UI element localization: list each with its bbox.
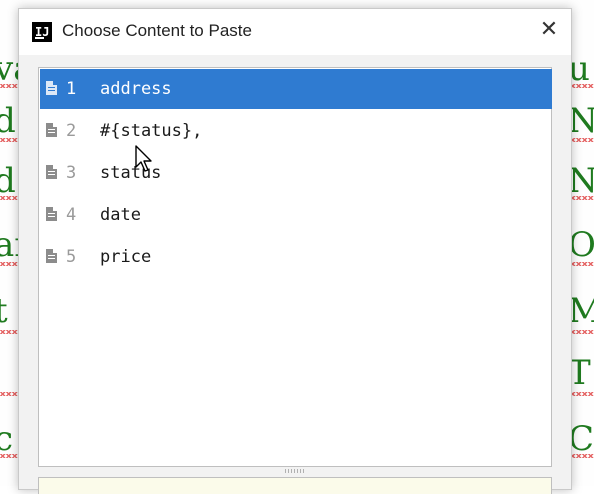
paste-dialog: IJ Choose Content to Paste ✕ 1 address 2… [18,8,572,494]
document-icon [46,207,57,221]
item-number: 5 [66,247,77,267]
clipboard-item[interactable]: 1 address [40,69,552,109]
item-text: price [100,247,152,267]
splitter-handle[interactable] [285,469,305,473]
item-text: address [100,79,172,99]
mouse-cursor-icon [135,145,152,172]
clipboard-item[interactable]: 5 price [40,237,552,277]
close-icon[interactable]: ✕ [537,19,561,43]
clipboard-item[interactable]: 4 date [40,195,552,235]
clipboard-item[interactable]: 2 #{status}, [40,111,552,151]
item-number: 3 [66,163,77,183]
document-icon [46,249,57,263]
document-icon [46,123,57,137]
item-text: date [100,205,141,225]
item-number: 2 [66,121,77,141]
clipboard-list[interactable]: 1 address 2 #{status}, 3 status 4 date 5… [38,67,552,467]
document-icon [46,81,57,95]
intellij-app-icon: IJ [32,22,52,42]
document-icon [46,165,57,179]
item-number: 4 [66,205,77,225]
dialog-title: Choose Content to Paste [62,21,252,40]
clipboard-item[interactable]: 3 status [40,153,552,193]
item-number: 1 [66,79,77,99]
item-text: #{status}, [100,121,203,141]
dialog-titlebar[interactable]: IJ Choose Content to Paste ✕ [19,9,571,55]
